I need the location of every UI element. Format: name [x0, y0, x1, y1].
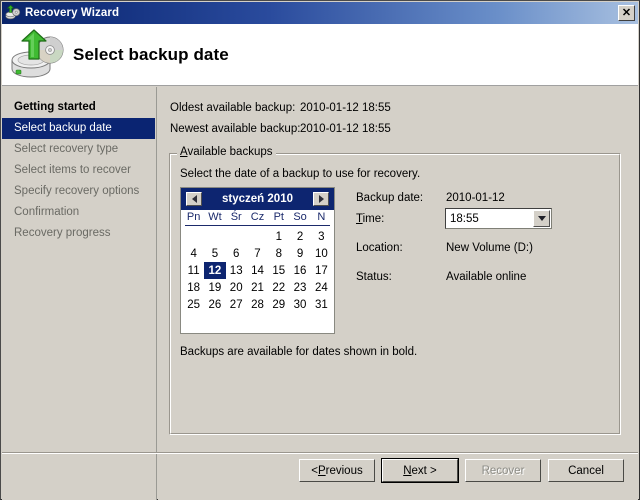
- next-button[interactable]: Next >: [382, 459, 458, 482]
- calendar-day[interactable]: 14: [247, 262, 268, 279]
- calendar-day[interactable]: 29: [268, 296, 289, 313]
- calendar-day[interactable]: 27: [226, 296, 247, 313]
- calendar-day[interactable]: 13: [226, 262, 247, 279]
- wizard-steps-sidebar: Getting started Select backup date Selec…: [2, 87, 157, 500]
- title-bar: Recovery Wizard ✕: [2, 2, 638, 24]
- recover-button: Recover: [465, 459, 541, 482]
- calendar-day[interactable]: 17: [311, 262, 332, 279]
- calendar-day-grid: 1234567891011121314151617181920212223242…: [181, 228, 334, 313]
- groupbox-description: Select the date of a backup to use for r…: [180, 168, 420, 180]
- backup-date-label: Backup date:: [356, 192, 423, 204]
- calendar-day[interactable]: 1: [268, 228, 289, 245]
- oldest-backup-value: 2010-01-12 18:55: [300, 102, 391, 114]
- sidebar-item-select-recovery-type[interactable]: Select recovery type: [2, 139, 156, 160]
- status-value: Available online: [446, 271, 526, 283]
- previous-button[interactable]: < Previous: [299, 459, 375, 482]
- calendar-day[interactable]: 11: [183, 262, 204, 279]
- calendar-day[interactable]: 7: [247, 245, 268, 262]
- newest-backup-label: Newest available backup:: [170, 123, 300, 135]
- sidebar-item-select-items-to-recover[interactable]: Select items to recover: [2, 160, 156, 181]
- calendar-divider: [185, 225, 330, 226]
- time-selected-value: 18:55: [446, 213, 533, 225]
- calendar-day-selected[interactable]: 12: [204, 262, 225, 279]
- calendar-day[interactable]: 3: [311, 228, 332, 245]
- calendar-day[interactable]: 6: [226, 245, 247, 262]
- sidebar-item-recovery-progress[interactable]: Recovery progress: [2, 223, 156, 244]
- calendar-dow: Pn: [183, 211, 204, 224]
- time-label-rest: ime:: [363, 213, 385, 225]
- calendar-day[interactable]: 20: [226, 279, 247, 296]
- groupbox-legend: Available backups: [177, 146, 276, 158]
- sidebar-item-getting-started[interactable]: Getting started: [2, 97, 156, 118]
- location-value: New Volume (D:): [446, 242, 533, 254]
- footer-separator: [2, 452, 638, 454]
- button-accel-char: P: [318, 465, 326, 477]
- calendar-dow: Cz: [247, 211, 268, 224]
- calendar-day[interactable]: 21: [247, 279, 268, 296]
- chevron-left-icon[interactable]: [186, 192, 202, 206]
- backup-date-value: 2010-01-12: [446, 192, 505, 204]
- calendar-day[interactable]: 15: [268, 262, 289, 279]
- time-accel-char: T: [356, 213, 363, 225]
- calendar-day[interactable]: 5: [204, 245, 225, 262]
- close-icon[interactable]: ✕: [618, 5, 635, 21]
- legend-rest: vailable backups: [187, 146, 272, 158]
- calendar-day[interactable]: 8: [268, 245, 289, 262]
- calendar-day[interactable]: 16: [289, 262, 310, 279]
- cancel-button[interactable]: Cancel: [548, 459, 624, 482]
- chevron-right-icon[interactable]: [313, 192, 329, 206]
- calendar-day-headers: Pn Wt Śr Cz Pt So N: [181, 210, 334, 225]
- button-accel-char: N: [403, 465, 411, 477]
- status-label: Status:: [356, 271, 392, 283]
- calendar-day[interactable]: 19: [204, 279, 225, 296]
- calendar-day[interactable]: 30: [289, 296, 310, 313]
- chevron-down-icon[interactable]: [533, 210, 550, 227]
- wizard-button-bar: < Previous Next > Recover Cancel: [1, 459, 638, 482]
- sidebar-item-confirmation[interactable]: Confirmation: [2, 202, 156, 223]
- sidebar-item-select-backup-date[interactable]: Select backup date: [2, 118, 155, 139]
- backup-restore-icon: [9, 29, 67, 81]
- newest-backup-value: 2010-01-12 18:55: [300, 123, 391, 135]
- time-select[interactable]: 18:55: [445, 208, 552, 229]
- calendar-day[interactable]: 18: [183, 279, 204, 296]
- wizard-header: Select backup date: [2, 24, 638, 86]
- calendar-day[interactable]: 9: [289, 245, 310, 262]
- calendar-dow: Śr: [226, 211, 247, 224]
- page-title: Select backup date: [73, 45, 229, 65]
- calendar-dow: N: [311, 211, 332, 224]
- backup-disk-icon: [5, 5, 21, 21]
- backup-date-calendar[interactable]: styczeń 2010 Pn Wt Śr Cz Pt So N 1234567…: [180, 187, 335, 334]
- calendar-day[interactable]: 28: [247, 296, 268, 313]
- calendar-dow: So: [289, 211, 310, 224]
- calendar-day[interactable]: 23: [289, 279, 310, 296]
- calendar-header: styczeń 2010: [181, 188, 334, 210]
- location-label: Location:: [356, 242, 403, 254]
- calendar-day[interactable]: 25: [183, 296, 204, 313]
- calendar-month-title: styczeń 2010: [222, 193, 293, 205]
- sidebar-item-specify-recovery-options[interactable]: Specify recovery options: [2, 181, 156, 202]
- calendar-day[interactable]: 26: [204, 296, 225, 313]
- content-pane: Oldest available backup: 2010-01-12 18:5…: [158, 87, 638, 500]
- calendar-dow: Wt: [204, 211, 225, 224]
- calendar-day[interactable]: 31: [311, 296, 332, 313]
- calendar-day[interactable]: 10: [311, 245, 332, 262]
- calendar-day[interactable]: 2: [289, 228, 310, 245]
- time-label: Time:: [356, 213, 384, 225]
- oldest-backup-label: Oldest available backup:: [170, 102, 295, 114]
- calendar-day[interactable]: 24: [311, 279, 332, 296]
- bold-dates-note: Backups are available for dates shown in…: [180, 346, 417, 358]
- recovery-wizard-window: Recovery Wizard ✕: [0, 0, 640, 500]
- calendar-dow: Pt: [268, 211, 289, 224]
- calendar-day[interactable]: 22: [268, 279, 289, 296]
- calendar-day[interactable]: 4: [183, 245, 204, 262]
- window-title: Recovery Wizard: [25, 7, 119, 19]
